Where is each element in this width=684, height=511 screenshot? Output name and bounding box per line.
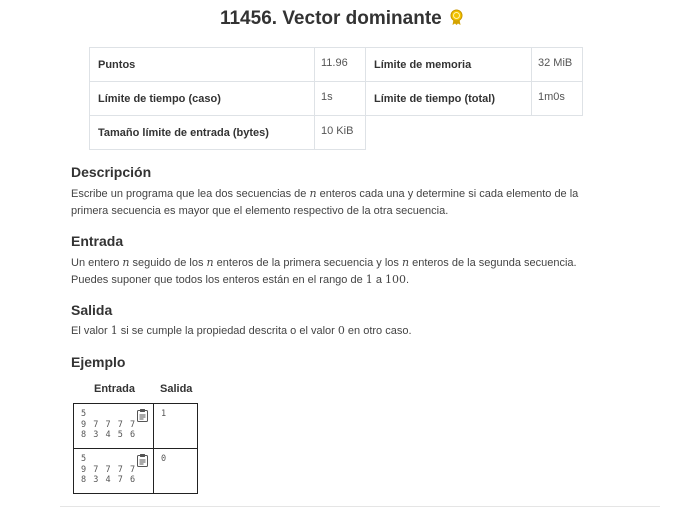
descripcion-text: Escribe un programa que lea dos secuenci… xyxy=(71,186,611,219)
tiempo-caso-value: 1s xyxy=(314,81,366,116)
tiempo-total-label: Límite de tiempo (total) xyxy=(365,81,532,116)
example-input-cell: 5 9 7 7 7 7 8 3 4 7 6 xyxy=(73,448,154,494)
salida-column-header: Salida xyxy=(160,383,193,395)
text-span: en otro caso. xyxy=(344,325,412,337)
value-zero: 0 xyxy=(337,324,345,337)
var-n: n xyxy=(206,256,214,269)
puntos-value: 11.96 xyxy=(314,47,366,82)
entrada-column-header: Entrada xyxy=(94,383,135,395)
salida-text: El valor 1 si se cumple la propiedad des… xyxy=(71,323,611,340)
tiempo-total-value: 1m0s xyxy=(531,81,583,116)
award-medal-icon xyxy=(450,9,463,25)
empty-cell xyxy=(366,116,532,150)
limits-table: Puntos 11.96 Límite de memoria 32 MiB Lí… xyxy=(89,47,583,150)
clipboard-icon[interactable] xyxy=(137,409,148,422)
example-row: 5 9 7 7 7 7 8 3 4 5 6 1 xyxy=(73,403,198,449)
entrada-heading: Entrada xyxy=(71,233,124,249)
text-span: . xyxy=(406,273,410,286)
example-table: 5 9 7 7 7 7 8 3 4 5 6 1 5 9 7 7 7 7 8 3 … xyxy=(73,403,198,494)
text-span: a xyxy=(372,273,385,286)
memoria-label: Límite de memoria xyxy=(365,47,532,82)
example-output-cell: 1 xyxy=(153,403,198,449)
ejemplo-heading: Ejemplo xyxy=(71,354,126,370)
text-span: si se cumple la propiedad descrita o el … xyxy=(117,325,338,337)
tiempo-caso-label: Límite de tiempo (caso) xyxy=(89,81,315,116)
value-one: 1 xyxy=(110,324,118,337)
example-output: 0 xyxy=(161,454,168,464)
empty-cell xyxy=(532,116,583,150)
entrada-size-value: 10 KiB xyxy=(314,115,366,150)
salida-heading: Salida xyxy=(71,302,113,318)
puntos-label: Puntos xyxy=(89,47,315,82)
descripcion-heading: Descripción xyxy=(71,164,152,180)
divider xyxy=(60,506,660,507)
text-span: enteros de la primera secuencia y los xyxy=(213,257,402,269)
clipboard-icon[interactable] xyxy=(137,454,148,467)
example-output: 1 xyxy=(161,409,168,419)
text-span: seguido de los xyxy=(129,257,207,269)
range-max: 100 xyxy=(385,272,406,286)
var-n: n xyxy=(309,187,317,200)
example-row: 5 9 7 7 7 7 8 3 4 7 6 0 xyxy=(73,448,198,494)
entrada-text: Un entero n seguido de los n enteros de … xyxy=(71,255,611,288)
memoria-value: 32 MiB xyxy=(531,47,583,82)
problem-title-wrap: 11456. Vector dominante xyxy=(0,8,684,30)
text-span: Un entero xyxy=(71,257,123,269)
example-output-cell: 0 xyxy=(153,448,198,494)
problem-title: 11456. Vector dominante xyxy=(219,8,442,29)
var-n: n xyxy=(401,256,410,269)
example-input-cell: 5 9 7 7 7 7 8 3 4 5 6 xyxy=(73,403,154,449)
entrada-size-label: Tamaño límite de entrada (bytes) xyxy=(89,115,315,150)
range-min: 1 xyxy=(365,272,373,286)
text-span: Escribe un programa que lea dos secuenci… xyxy=(71,188,310,200)
text-span: El valor xyxy=(71,325,111,337)
